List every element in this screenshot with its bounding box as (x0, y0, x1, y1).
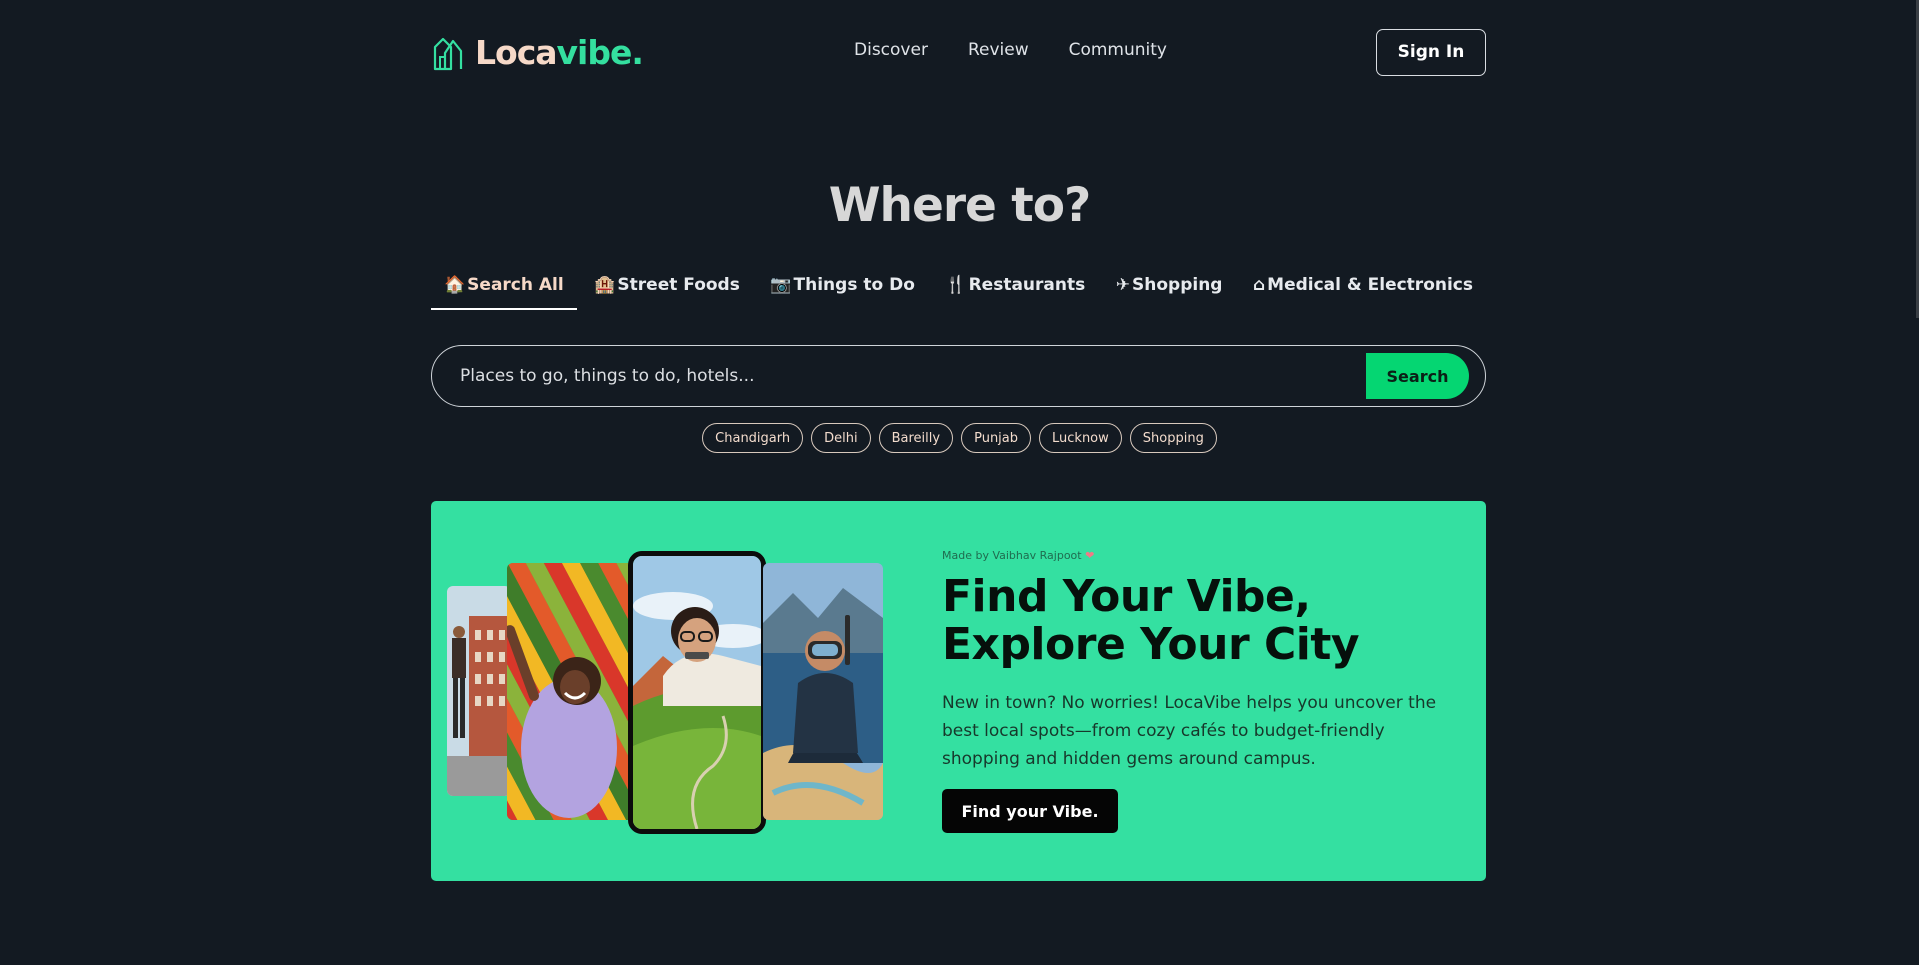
phone-traveler-image (628, 551, 766, 834)
main-nav: Discover Review Community (854, 40, 1167, 60)
find-your-vibe-button[interactable]: Find your Vibe. (942, 789, 1118, 833)
chip-bareilly[interactable]: Bareilly (878, 423, 954, 453)
nav-review[interactable]: Review (968, 40, 1029, 60)
plane-icon: ✈ (1115, 275, 1130, 295)
nav-community[interactable]: Community (1069, 40, 1167, 60)
flower-field-image (507, 563, 633, 820)
search-input[interactable] (460, 366, 1366, 386)
snorkel-diver-image (763, 563, 883, 820)
logo-icon (433, 37, 463, 71)
chip-shopping[interactable]: Shopping (1129, 423, 1217, 453)
sign-in-button[interactable]: Sign In (1376, 28, 1486, 76)
tab-things-to-do[interactable]: 📷 Things to Do (757, 270, 928, 310)
category-tabs: 🏠 Search All 🏨 Street Foods 📷 Things to Do … (431, 270, 1486, 310)
utensils-icon: 🍴 (945, 275, 967, 295)
heart-icon: ❤ (1085, 549, 1095, 562)
page-title: Where to? (828, 178, 1092, 233)
tab-shopping[interactable]: ✈ Shopping (1103, 270, 1236, 310)
chip-delhi[interactable]: Delhi (811, 423, 871, 453)
search-bar: Search (431, 345, 1486, 407)
tab-search-all[interactable]: 🏠 Search All (431, 270, 577, 310)
chip-punjab[interactable]: Punjab (961, 423, 1032, 453)
chip-chandigarh[interactable]: Chandigarh (702, 423, 804, 453)
banner-description: New in town? No worries! LocaVibe helps … (942, 693, 1437, 769)
brand-name: Locavibe. (475, 32, 644, 72)
search-button[interactable]: Search (1366, 353, 1469, 399)
home-emoji-icon: 🏠 (444, 275, 466, 295)
site-header: Locavibe. Discover Review Community Sign… (431, 28, 1486, 76)
tab-medical-electronics[interactable]: ⌂ Medical & Electronics (1240, 270, 1486, 310)
credit-text: Made by Vaibhav Rajpoot ❤ (942, 549, 1095, 562)
tab-restaurants[interactable]: 🍴 Restaurants (932, 270, 1098, 310)
suggestion-chips: Chandigarh Delhi Bareilly Punjab Lucknow… (0, 423, 1919, 453)
tab-street-foods[interactable]: 🏨 Street Foods (581, 270, 753, 310)
building-icon: 🏨 (594, 275, 616, 295)
camera-icon: 📷 (770, 275, 792, 295)
chip-lucknow[interactable]: Lucknow (1039, 423, 1122, 453)
brand-logo[interactable]: Locavibe. (431, 32, 644, 72)
banner-headline: Find Your Vibe, Explore Your City (942, 571, 1360, 670)
city-street-image (447, 586, 511, 796)
promo-banner: Made by Vaibhav Rajpoot ❤ Find Your Vibe… (431, 501, 1486, 881)
house-icon: ⌂ (1252, 275, 1266, 295)
nav-discover[interactable]: Discover (854, 40, 928, 60)
